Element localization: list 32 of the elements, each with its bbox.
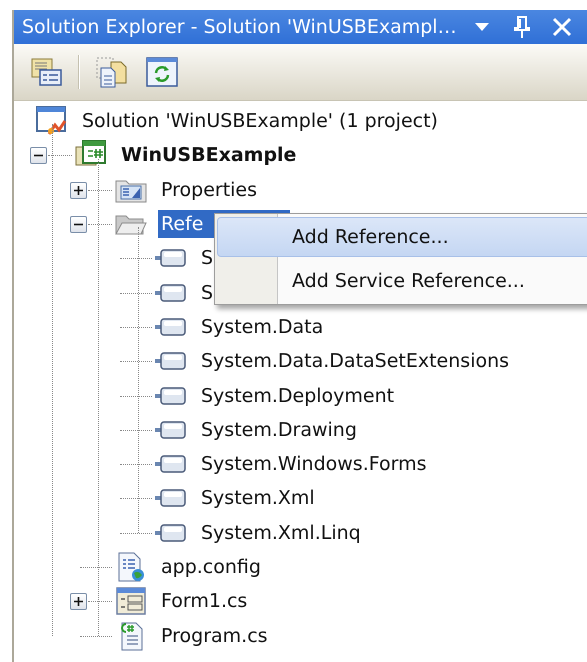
menu-item[interactable]: Add Service Reference... [217, 261, 587, 301]
solution-icon [35, 105, 69, 138]
collapse-button[interactable] [30, 147, 47, 164]
show-all-files-icon [95, 56, 129, 88]
plus-icon [73, 596, 84, 608]
dropdown-icon [474, 23, 489, 31]
tree-item[interactable]: Properties [158, 176, 260, 204]
tree-item[interactable]: app.config [158, 553, 264, 581]
window-title: Solution Explorer - Solution 'WinUSBExampl… [22, 16, 457, 38]
expand-button[interactable] [70, 593, 87, 610]
tree-item[interactable]: System.Data.DataSetExtensions [198, 347, 512, 376]
tree-item[interactable]: WinUSBExample [118, 141, 300, 170]
pin-icon [514, 16, 530, 38]
tree-item[interactable]: Form1.cs [158, 587, 250, 616]
tree-item[interactable]: System.Data [198, 312, 326, 341]
refresh-icon [145, 56, 179, 88]
tree-item[interactable]: System.Windows.Forms [198, 450, 430, 478]
tree-item[interactable]: Solution 'WinUSBExample' (1 project) [79, 107, 441, 136]
tree-item[interactable]: S [198, 244, 216, 272]
expand-button[interactable] [70, 182, 87, 199]
properties-icon [29, 56, 63, 88]
tree-item[interactable]: System.Xml.Linq [198, 518, 364, 547]
tree-item[interactable]: System.Deployment [198, 382, 398, 410]
tree-item[interactable]: S [198, 278, 216, 307]
tree-item[interactable]: System.Drawing [198, 416, 360, 444]
tree-item[interactable]: Program.cs [158, 622, 271, 650]
tree-item[interactable]: System.Xml [198, 484, 318, 512]
menu-item[interactable]: Add Reference... [217, 217, 587, 257]
form-icon [114, 585, 148, 618]
close-icon [552, 17, 572, 37]
collapse-button[interactable] [70, 216, 87, 234]
plus-icon [73, 184, 84, 196]
